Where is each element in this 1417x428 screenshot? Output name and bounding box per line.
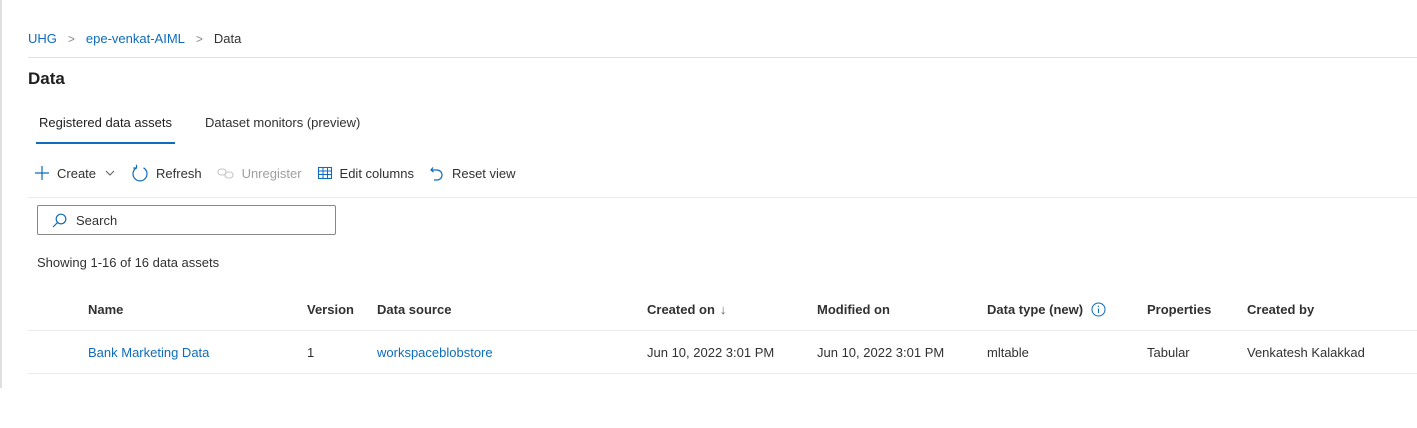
refresh-button-label: Refresh	[156, 165, 202, 181]
unregister-button[interactable]: Unregister	[217, 165, 302, 181]
page-title: Data	[28, 69, 65, 88]
tab-dataset-monitors[interactable]: Dataset monitors (preview)	[202, 113, 363, 140]
table-columns-icon	[317, 166, 332, 180]
data-source-link[interactable]: workspaceblobstore	[377, 331, 493, 373]
column-header-data-type[interactable]: Data type (new)	[987, 288, 1106, 330]
column-header-modified-on[interactable]: Modified on	[817, 288, 890, 330]
add-icon	[35, 166, 49, 180]
search-input[interactable]	[74, 211, 308, 229]
undo-icon	[430, 167, 443, 181]
info-icon[interactable]	[1091, 302, 1106, 317]
column-header-properties[interactable]: Properties	[1147, 288, 1211, 330]
left-rail-border	[0, 0, 2, 388]
breadcrumb-separator: >	[67, 31, 75, 46]
created-on-value: Jun 10, 2022 3:01 PM	[647, 344, 775, 360]
reset-view-button-label: Reset view	[451, 165, 516, 181]
column-header-version[interactable]: Version	[307, 288, 354, 330]
create-button-label: Create	[57, 165, 97, 181]
column-header-data-type-label: Data type (new)	[987, 301, 1084, 317]
properties-value: Tabular	[1147, 344, 1190, 360]
edit-columns-button-label: Edit columns	[339, 165, 414, 181]
table-header: Name Version Data source Created on ↓ Mo…	[28, 288, 1417, 331]
table-row[interactable]: Bank Marketing Data 1 workspaceblobstore…	[28, 331, 1417, 374]
tab-registered-data-assets[interactable]: Registered data assets	[36, 113, 175, 144]
breadcrumb-item-workspace[interactable]: epe-venkat-AIML	[86, 31, 185, 46]
command-bar: Create Refresh Unregister Edit columns R…	[34, 164, 531, 182]
column-header-data-source[interactable]: Data source	[377, 288, 451, 330]
modified-on-value: Jun 10, 2022 3:01 PM	[817, 344, 945, 360]
create-button[interactable]: Create	[34, 165, 116, 181]
column-header-name[interactable]: Name	[88, 288, 123, 330]
asset-version: 1	[307, 344, 315, 360]
toolbar-divider	[28, 197, 1417, 198]
chevron-down-icon	[105, 170, 115, 176]
column-header-created-on-label: Created on	[647, 301, 715, 317]
search-icon	[52, 213, 67, 227]
unregister-button-label: Unregister	[241, 165, 302, 181]
refresh-button[interactable]: Refresh	[131, 164, 202, 182]
unlink-icon	[217, 168, 234, 179]
data-type-value: mltable	[987, 344, 1029, 360]
column-header-created-by[interactable]: Created by	[1247, 288, 1314, 330]
header-divider	[28, 57, 1417, 58]
refresh-icon	[132, 164, 148, 182]
sort-descending-icon: ↓	[719, 301, 727, 317]
breadcrumb: UHG > epe-venkat-AIML > Data	[28, 31, 241, 46]
breadcrumb-item-uhg[interactable]: UHG	[28, 31, 57, 46]
breadcrumb-separator: >	[195, 31, 203, 46]
edit-columns-button[interactable]: Edit columns	[317, 165, 414, 181]
column-header-created-on[interactable]: Created on ↓	[647, 288, 726, 330]
breadcrumb-current: Data	[213, 31, 242, 46]
results-count: Showing 1-16 of 16 data assets	[37, 255, 220, 270]
reset-view-button[interactable]: Reset view	[429, 165, 516, 181]
created-by-value: Venkatesh Kalakkad	[1247, 344, 1365, 360]
asset-name-link[interactable]: Bank Marketing Data	[88, 331, 209, 373]
search-box[interactable]	[37, 205, 336, 235]
tab-bar: Registered data assets Dataset monitors …	[36, 113, 390, 144]
